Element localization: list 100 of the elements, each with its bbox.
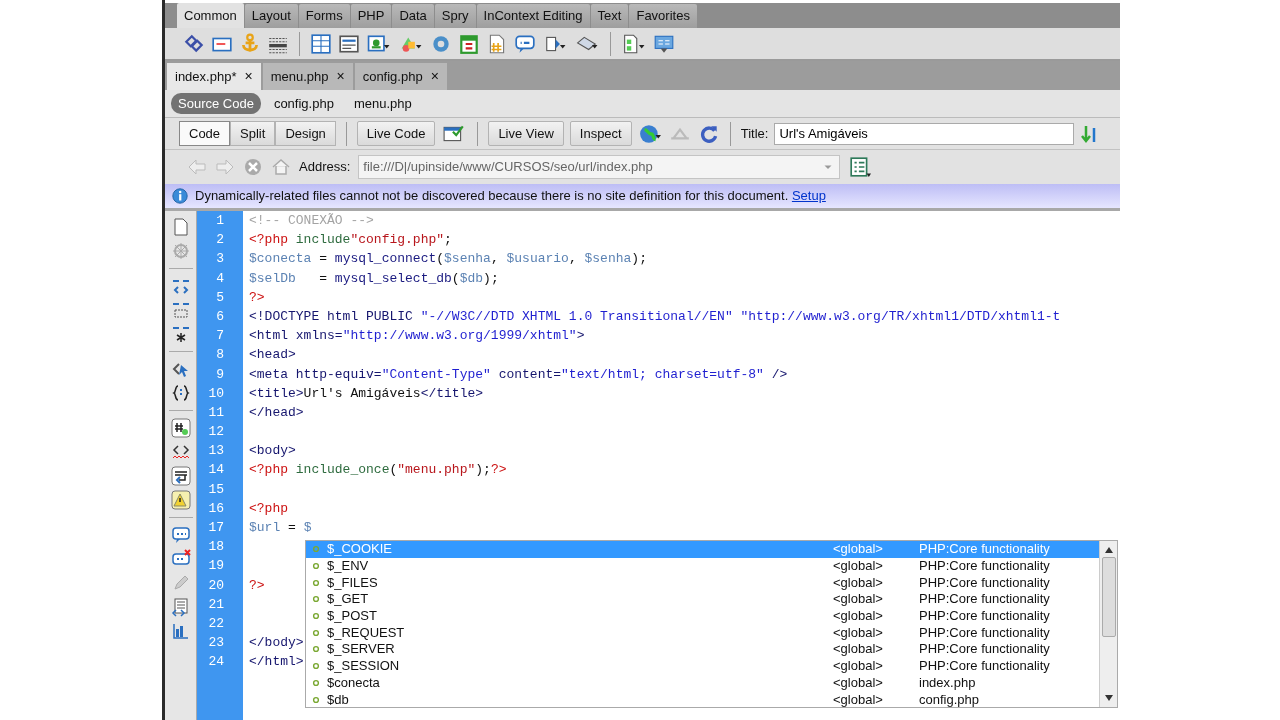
line-number: 3 (215, 250, 224, 269)
suggestion-item[interactable]: $_GET <global> PHP:Core functionality (306, 591, 1099, 608)
inspect-button[interactable]: Inspect (569, 120, 632, 147)
panel-tab[interactable]: Text (590, 4, 629, 28)
panel-tab[interactable]: Forms (298, 4, 350, 28)
suggestion-name: $_SESSION (327, 658, 400, 675)
suggestion-scope: <global> (833, 658, 884, 675)
suggestion-item[interactable]: $conecta <global> index.php (306, 674, 1099, 692)
expand-all-icon[interactable] (170, 324, 191, 344)
suggestion-item[interactable]: $_FILES <global> PHP:Core functionality (306, 574, 1099, 592)
suggestion-scope: <global> (833, 674, 884, 691)
scrollbar[interactable] (1099, 541, 1117, 707)
suggestion-name: $_SERVER (327, 641, 395, 658)
suggestion-scope: <global> (833, 691, 884, 708)
collapse-selection-icon[interactable] (170, 300, 191, 320)
code-line: </html> (249, 653, 304, 672)
line-number: 9 (215, 365, 224, 384)
line-number: 6 (215, 307, 224, 326)
code-line: <?php (249, 499, 288, 518)
suggestion-item[interactable]: $_POST <global> PHP:Core functionality (306, 607, 1099, 625)
document-tab[interactable]: index.php* × (167, 63, 261, 90)
dot-icon (312, 645, 320, 654)
suggestion-name: $_REQUEST (327, 624, 405, 641)
scroll-down-arrow-icon[interactable] (1104, 695, 1113, 701)
title-field[interactable]: Url's Amigáveis (774, 122, 1075, 145)
line-number: 12 (207, 423, 224, 442)
suggestion-name: $db (327, 691, 349, 708)
suggestion-item[interactable]: $db <global> config.php (306, 691, 1099, 708)
suggestion-source: PHP:Core functionality (919, 624, 1050, 641)
options-icon[interactable] (848, 156, 873, 178)
related-file-link[interactable]: menu.php (346, 92, 419, 115)
close-button[interactable]: × (430, 66, 439, 87)
word-wrap-icon[interactable] (170, 466, 191, 486)
apply-comment-icon[interactable] (170, 525, 191, 545)
panel-tab[interactable]: Data (392, 4, 434, 28)
document-tab[interactable]: menu.php × (262, 63, 353, 90)
dot-icon (312, 562, 320, 571)
suggestion-name: $_GET (327, 591, 369, 608)
suggestion-name: $_ENV (327, 558, 369, 575)
suggestion-scope: <global> (833, 591, 884, 608)
panel-tab[interactable]: Spry (434, 4, 476, 28)
suggestion-source: PHP:Core functionality (919, 558, 1050, 575)
setup-link[interactable]: Setup (791, 188, 826, 204)
close-button[interactable]: × (244, 66, 253, 87)
line-number: 19 (207, 557, 224, 576)
dot-icon (312, 695, 320, 704)
view-button[interactable]: Split (230, 120, 276, 147)
code-line: ?> (249, 576, 265, 595)
calendar-icon[interactable] (458, 32, 480, 55)
globe-icon[interactable] (637, 122, 662, 145)
suggestion-name: $conecta (327, 674, 380, 691)
suggestion-item[interactable]: $_ENV <global> PHP:Core functionality (306, 557, 1099, 575)
code-line: $url = $ (249, 519, 312, 537)
suggestion-scope: <global> (833, 541, 884, 558)
code-line: ?> (249, 288, 265, 307)
panel-tab[interactable]: Favorites (629, 4, 697, 28)
code-line: <!-- CONEXÃO --> (249, 212, 374, 230)
code-line: $conecta = mysql_connect($senha, $usuario, $senha); (249, 250, 647, 269)
dot-icon (312, 595, 320, 604)
scroll-up-arrow-icon[interactable] (1104, 547, 1113, 553)
suggestion-scope: <global> (833, 608, 884, 625)
panel-tab[interactable]: InContext Editing (476, 4, 590, 28)
related-file-link[interactable]: config.php (266, 92, 341, 115)
close-button[interactable]: × (336, 66, 345, 87)
panel-tab[interactable]: Common (177, 3, 244, 28)
code-line: <meta http-equiv="Content-Type" content="text/html; charset=utf-8" /> (249, 365, 788, 384)
dot-icon (312, 545, 320, 554)
format-source-icon[interactable] (170, 597, 191, 617)
code-line: <?php include_once("menu.php");?> (249, 461, 507, 480)
related-file-link[interactable]: Source Code (171, 92, 261, 115)
suggestion-scope: <global> (833, 558, 884, 575)
line-number: 17 (207, 519, 224, 537)
suggestion-item[interactable]: $_REQUEST <global> PHP:Core functionality (306, 624, 1099, 642)
table-icon[interactable] (310, 32, 332, 55)
comment-icon[interactable] (514, 32, 536, 55)
dot-icon (312, 628, 320, 637)
panel-tab[interactable]: PHP (350, 4, 392, 28)
suggestion-item[interactable]: $_SESSION <global> PHP:Core functionality (306, 657, 1099, 675)
balance-braces-icon[interactable] (170, 383, 191, 403)
document-tab[interactable]: config.php × (354, 63, 447, 90)
live-view-button[interactable]: Live View (488, 120, 564, 147)
div-icon[interactable] (338, 32, 360, 55)
suggestion-item[interactable]: $_SERVER <global> PHP:Core functionality (306, 641, 1099, 658)
warning-icon[interactable] (170, 490, 191, 510)
address-field[interactable]: file:///D|/upinside/www/CURSOS/seo/url/index.php (358, 155, 841, 179)
code-line: <body> (249, 442, 296, 461)
line-number: 23 (207, 634, 224, 653)
tab-label: config.php (362, 67, 423, 86)
panel-tab[interactable]: Layout (244, 4, 298, 28)
view-button[interactable]: Design (275, 120, 336, 147)
view-button[interactable]: Code (179, 120, 231, 147)
line-numbers-icon[interactable] (170, 418, 191, 438)
title-label: Title: (740, 124, 769, 143)
line-number: 16 (207, 499, 224, 518)
hyperlink-icon[interactable] (183, 32, 205, 55)
page-structure-icon[interactable] (621, 32, 647, 55)
info-icon (171, 187, 189, 205)
live-code-button[interactable]: Live Code (356, 120, 436, 147)
suggestion-source: config.php (919, 691, 979, 708)
tab-label: menu.php (270, 67, 329, 86)
